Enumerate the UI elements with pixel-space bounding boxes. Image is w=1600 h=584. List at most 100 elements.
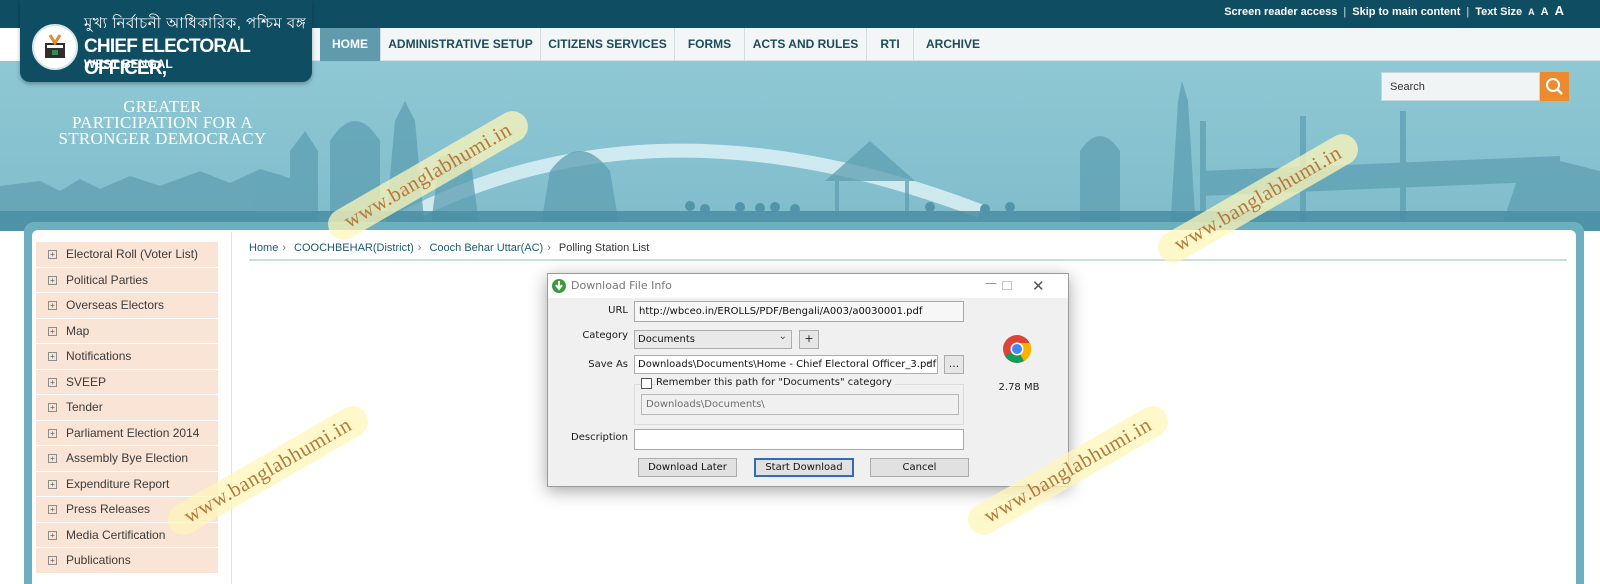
sidebar-item-label: Parliament Election 2014: [66, 425, 200, 440]
url-field[interactable]: http://wbceo.in/EROLLS/PDF/Bengali/A003/…: [634, 301, 964, 322]
nav-rti[interactable]: RTI: [867, 28, 914, 61]
expand-icon: +: [48, 428, 57, 438]
chrome-icon: [1003, 335, 1032, 363]
breadcrumb-home[interactable]: Home: [249, 242, 278, 259]
expand-icon: +: [48, 454, 57, 463]
text-size-large-button[interactable]: A: [1555, 3, 1564, 18]
dialog-title: Download File Info: [571, 279, 672, 292]
nav-administrative-setup[interactable]: ADMINISTRATIVE SETUP: [381, 28, 541, 61]
breadcrumb-current: Polling Station List: [558, 242, 650, 254]
text-size-medium-button[interactable]: A: [1541, 6, 1549, 18]
nav-home[interactable]: HOME: [320, 28, 381, 61]
main-nav: HOME ADMINISTRATIVE SETUP CITIZENS SERVI…: [312, 28, 1600, 61]
text-size-small-button[interactable]: A: [1528, 7, 1535, 17]
expand-icon: +: [48, 326, 57, 336]
expand-icon: +: [48, 301, 57, 310]
sidebar-item-label: Overseas Electors: [66, 298, 165, 312]
expand-icon: +: [48, 530, 57, 540]
sidebar-item-label: Electoral Roll (Voter List): [66, 247, 199, 261]
category-value: Documents: [638, 334, 696, 345]
maximize-icon[interactable]: [1002, 281, 1012, 290]
download-file-info-dialog: Download File Info — ✕ URL http://wbceo.…: [547, 273, 1069, 487]
expand-icon: +: [48, 403, 57, 412]
sidebar-item-tender[interactable]: + Tender: [36, 395, 218, 421]
close-icon[interactable]: ✕: [1032, 277, 1045, 295]
save-as-label: Save As: [588, 359, 628, 370]
expand-icon: +: [48, 505, 57, 514]
logo-subtitle: WEST BENGAL: [84, 57, 173, 71]
sidebar-divider: [231, 232, 232, 584]
skip-to-main-link[interactable]: Skip to main content: [1352, 6, 1460, 18]
download-later-button[interactable]: Download Later: [638, 458, 737, 477]
sidebar-item-sveep[interactable]: + SVEEP: [36, 369, 218, 395]
file-size: 2.78 MB: [998, 382, 1040, 393]
sidebar-item-electoral-roll[interactable]: + Electoral Roll (Voter List): [36, 242, 218, 268]
breadcrumb: Home › COOCHBEHAR(District) › Cooch Behar …: [249, 242, 1567, 261]
accessibility-links: Screen reader access | Skip to main cont…: [1224, 3, 1564, 18]
category-label: Category: [582, 330, 628, 341]
remember-path-label: Remember this path for "Documents" categ…: [656, 377, 895, 388]
expand-icon: +: [48, 377, 57, 387]
sidebar-item-label: Notifications: [66, 349, 132, 363]
sidebar-item-label: Tender: [66, 400, 103, 414]
save-as-select[interactable]: Downloads\Documents\Home - Chief Elector…: [634, 355, 938, 374]
ballot-box-emblem-icon: [32, 24, 78, 70]
remember-path-checkbox[interactable]: [641, 378, 652, 389]
chevron-down-icon: ⌄: [778, 331, 787, 342]
sidebar-item-label: Press Releases: [66, 502, 151, 516]
browse-button[interactable]: ...: [944, 355, 964, 374]
breadcrumb-district[interactable]: COOCHBEHAR(District): [294, 242, 414, 259]
nav-citizens-services[interactable]: CITIZENS SERVICES: [541, 28, 675, 61]
download-manager-icon: [552, 279, 566, 293]
sidebar-item-parliament-election[interactable]: + Parliament Election 2014: [36, 420, 218, 446]
text-size-label: Text Size: [1475, 6, 1523, 18]
sidebar-item-assembly-bye-election[interactable]: +Assembly Bye Election 2014: [36, 446, 218, 490]
save-as-value: Downloads\Documents\Home - Chief Elector…: [638, 359, 937, 370]
hero-banner: GREATER PARTICIPATION FOR A STRONGER DEM…: [0, 61, 1600, 231]
sidebar-item-label: SVEEP: [66, 374, 107, 389]
minimize-icon[interactable]: —: [985, 276, 997, 290]
chevron-down-icon: ⌄: [924, 356, 933, 367]
nav-forms[interactable]: FORMS: [675, 28, 745, 61]
search-input[interactable]: Search: [1381, 72, 1540, 101]
sidebar-item-label: Media Certification: [66, 527, 166, 542]
expand-icon: +: [48, 556, 57, 565]
search-button[interactable]: [1540, 72, 1569, 101]
dialog-titlebar[interactable]: Download File Info — ✕: [548, 274, 1068, 298]
category-select[interactable]: Documents ⌄: [634, 330, 792, 349]
sidebar-item-map[interactable]: + Map: [36, 318, 218, 344]
cancel-button[interactable]: Cancel: [870, 458, 969, 477]
breadcrumb-arrow: ›: [547, 242, 551, 254]
expand-icon: +: [48, 275, 57, 285]
remember-path-field: Downloads\Documents\: [641, 394, 959, 415]
sidebar-item-label: Political Parties: [66, 272, 149, 287]
banner-tagline: GREATER PARTICIPATION FOR A STRONGER DEM…: [50, 98, 275, 148]
description-label: Description: [571, 432, 628, 443]
expand-icon: +: [48, 352, 57, 361]
search-icon: [1546, 78, 1563, 95]
sidebar-item-publications[interactable]: + Publications: [36, 548, 218, 574]
site-logo[interactable]: মুখ্য নির্বাচনী আধিকারিক, পশ্চিম বঙ্গ CH…: [20, 0, 312, 82]
add-category-button[interactable]: +: [799, 330, 819, 349]
nav-archive[interactable]: ARCHIVE: [914, 28, 992, 61]
separator: |: [1466, 6, 1470, 18]
expand-icon: +: [48, 479, 57, 489]
tagline-line-3: STRONGER DEMOCRACY: [58, 129, 267, 148]
breadcrumb-arrow: ›: [282, 242, 287, 254]
breadcrumb-arrow: ›: [417, 242, 422, 254]
url-label: URL: [608, 305, 628, 316]
sidebar-item-notifications[interactable]: + Notifications: [36, 344, 218, 370]
nav-acts-and-rules[interactable]: ACTS AND RULES: [745, 28, 867, 61]
sidebar-item-label: Publications: [66, 553, 131, 567]
sidebar-item-political-parties[interactable]: + Political Parties: [36, 267, 218, 293]
description-field[interactable]: [634, 429, 964, 450]
separator: |: [1343, 6, 1347, 18]
logo-bengali-title: মুখ্য নির্বাচনী আধিকারিক, পশ্চিম বঙ্গ: [84, 15, 307, 32]
breadcrumb-ac[interactable]: Cooch Behar Uttar(AC): [429, 242, 543, 259]
start-download-button[interactable]: Start Download: [754, 458, 854, 477]
sidebar-item-expenditure-report[interactable]: + Expenditure Report: [36, 471, 218, 497]
screen-reader-link[interactable]: Screen reader access: [1224, 6, 1337, 18]
sidebar-item-overseas-electors[interactable]: + Overseas Electors: [36, 293, 218, 319]
sidebar-item-label: Expenditure Report: [66, 476, 170, 491]
expand-icon: +: [48, 250, 57, 259]
